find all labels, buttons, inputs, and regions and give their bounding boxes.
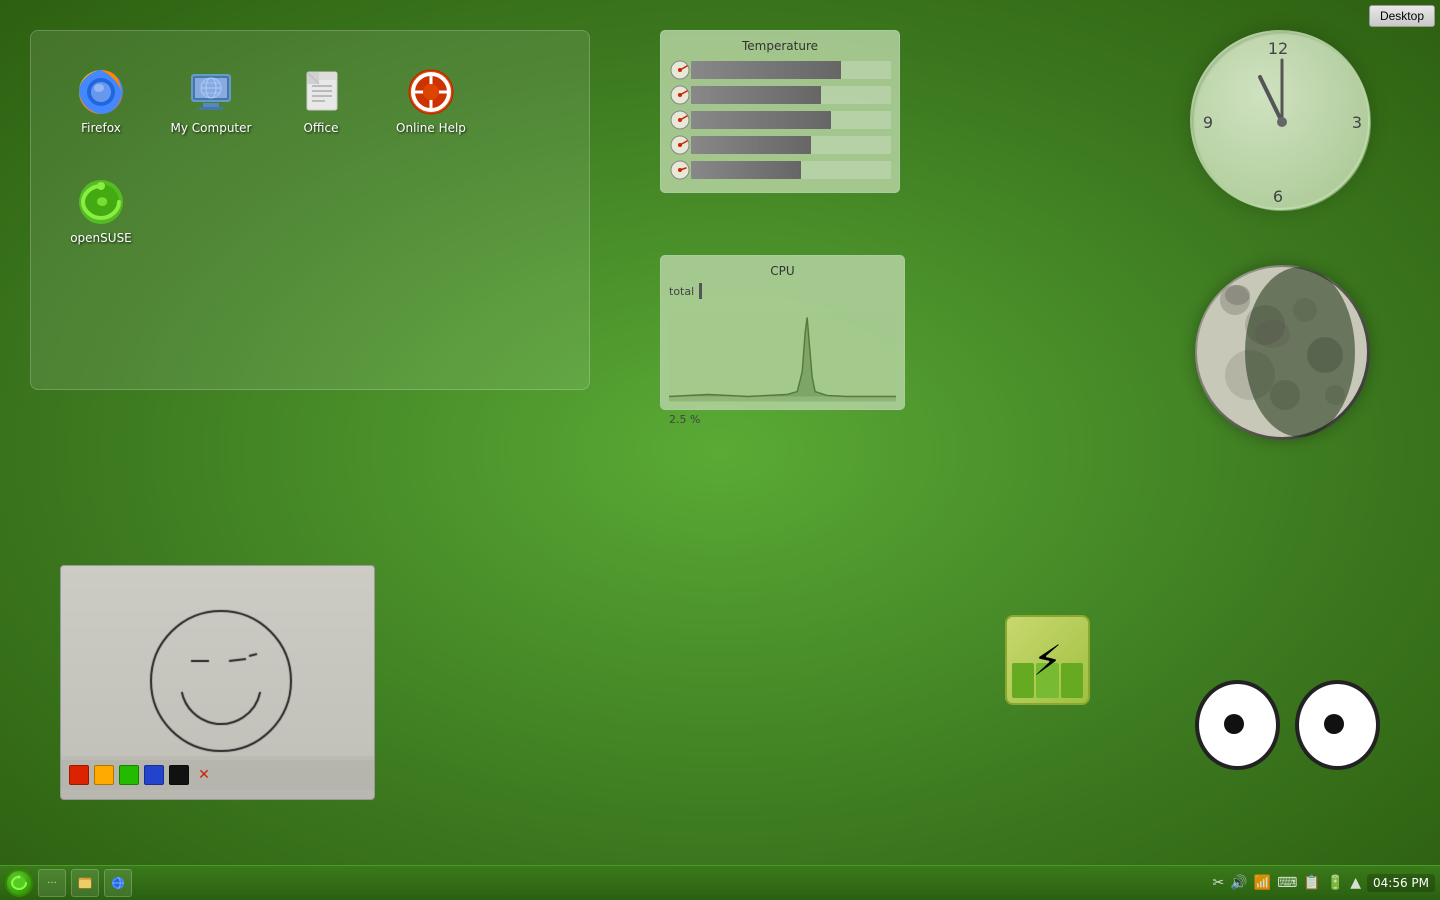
svg-text:9: 9 [1203, 113, 1213, 132]
files-icon [77, 875, 93, 891]
temp-gauge-3 [669, 109, 691, 131]
cpu-graph [669, 307, 896, 407]
temp-bar-container-4 [691, 136, 891, 154]
temp-gauge-4 [669, 134, 691, 156]
temp-bar-container-1 [691, 61, 891, 79]
start-button[interactable] [5, 869, 33, 897]
moon-svg [1195, 265, 1370, 440]
clipboard-icon: 📋 [1303, 875, 1320, 891]
color-yellow[interactable] [94, 765, 114, 785]
battery-tray-icon: 🔋 [1327, 875, 1344, 891]
network-icon[interactable]: 📶 [1254, 875, 1271, 891]
cpu-title: CPU [669, 264, 896, 278]
onlinehelp-icon [407, 68, 455, 116]
arrow-up-icon[interactable]: ▲ [1350, 875, 1361, 891]
cpu-bar-indicator [699, 283, 702, 299]
temperature-widget: Temperature [660, 30, 900, 193]
temp-row-2 [669, 84, 891, 106]
moon-circle [1195, 265, 1370, 440]
opensuse-label: openSUSE [70, 231, 132, 245]
mycomputer-icon [187, 68, 235, 116]
cpu-header: CPU [669, 264, 896, 278]
opensuse-icon [77, 178, 125, 226]
taskbar-left: ··· [5, 869, 132, 897]
left-eye [1195, 680, 1280, 770]
moon-widget [1195, 265, 1370, 440]
taskbar-files[interactable] [71, 869, 99, 897]
temp-gauge-5 [669, 159, 691, 181]
svg-text:3: 3 [1352, 113, 1362, 132]
volume-icon[interactable]: 🔊 [1230, 875, 1247, 891]
taskbar-dots[interactable]: ··· [38, 869, 66, 897]
temp-bar-5 [691, 161, 801, 179]
browser-icon [110, 875, 126, 891]
cpu-widget: CPU total 2.5 % [660, 255, 905, 410]
left-pupil [1224, 714, 1244, 734]
battery-widget: ⚡ [1005, 615, 1090, 705]
right-pupil [1324, 714, 1344, 734]
firefox-icon [77, 68, 125, 116]
scissors-icon: ✂ [1213, 875, 1225, 891]
clock-widget: 12 3 6 9 [1190, 30, 1370, 210]
icon-grid: Firefox My Computer [51, 51, 569, 261]
temp-gauge-2 [669, 84, 691, 106]
office-icon-item[interactable]: Office [271, 51, 371, 151]
office-label: Office [303, 121, 338, 135]
clock-svg: 12 3 6 9 [1192, 32, 1372, 212]
firefox-label: Firefox [81, 121, 121, 135]
keyboard-icon: ⌨ [1277, 875, 1297, 891]
taskbar-browser[interactable] [104, 869, 132, 897]
taskbar: ··· ✂ 🔊 📶 ⌨ 📋 🔋 ▲ 04:56 PM [0, 865, 1440, 900]
onlinehelp-icon-item[interactable]: Online Help [381, 51, 481, 151]
eyes-widget [1195, 680, 1380, 770]
temp-gauge-1 [669, 59, 691, 81]
mycomputer-label: My Computer [171, 121, 252, 135]
temp-row-1 [669, 59, 891, 81]
temp-bar-3 [691, 111, 831, 129]
temp-bar-container-3 [691, 111, 891, 129]
temp-bar-2 [691, 86, 821, 104]
taskbar-right: ✂ 🔊 📶 ⌨ 📋 🔋 ▲ 04:56 PM [1213, 874, 1435, 892]
color-black[interactable] [169, 765, 189, 785]
color-green[interactable] [119, 765, 139, 785]
icons-panel: Firefox My Computer [30, 30, 590, 390]
temp-bar-1 [691, 61, 841, 79]
temp-bar-4 [691, 136, 811, 154]
drawing-canvas[interactable] [61, 566, 375, 756]
cpu-total-label: total [669, 285, 694, 298]
svg-text:12: 12 [1268, 39, 1288, 58]
drawing-toolbar: ✕ [61, 760, 374, 790]
battery-lightning-icon: ⚡ [1033, 636, 1063, 685]
taskbar-clock: 04:56 PM [1367, 874, 1435, 892]
temperature-title: Temperature [669, 39, 891, 53]
right-eye [1295, 680, 1380, 770]
desktop-button[interactable]: Desktop [1369, 5, 1435, 27]
temp-bar-container-5 [691, 161, 891, 179]
temp-row-4 [669, 134, 891, 156]
opensuse-icon-item[interactable]: openSUSE [51, 161, 151, 261]
color-red[interactable] [69, 765, 89, 785]
clock-face: 12 3 6 9 [1190, 30, 1370, 210]
cpu-percent: 2.5 % [669, 413, 896, 426]
firefox-icon-item[interactable]: Firefox [51, 51, 151, 151]
temp-row-3 [669, 109, 891, 131]
svg-text:6: 6 [1273, 187, 1283, 206]
office-icon [297, 68, 345, 116]
onlinehelp-label: Online Help [396, 121, 466, 135]
opensuse-start-icon [11, 875, 27, 891]
temp-bar-container-2 [691, 86, 891, 104]
color-blue[interactable] [144, 765, 164, 785]
battery-icon: ⚡ [1005, 615, 1090, 705]
drawing-widget: ✕ [60, 565, 375, 800]
temp-row-5 [669, 159, 891, 181]
mycomputer-icon-item[interactable]: My Computer [161, 51, 261, 151]
drawing-close-btn[interactable]: ✕ [194, 765, 214, 785]
